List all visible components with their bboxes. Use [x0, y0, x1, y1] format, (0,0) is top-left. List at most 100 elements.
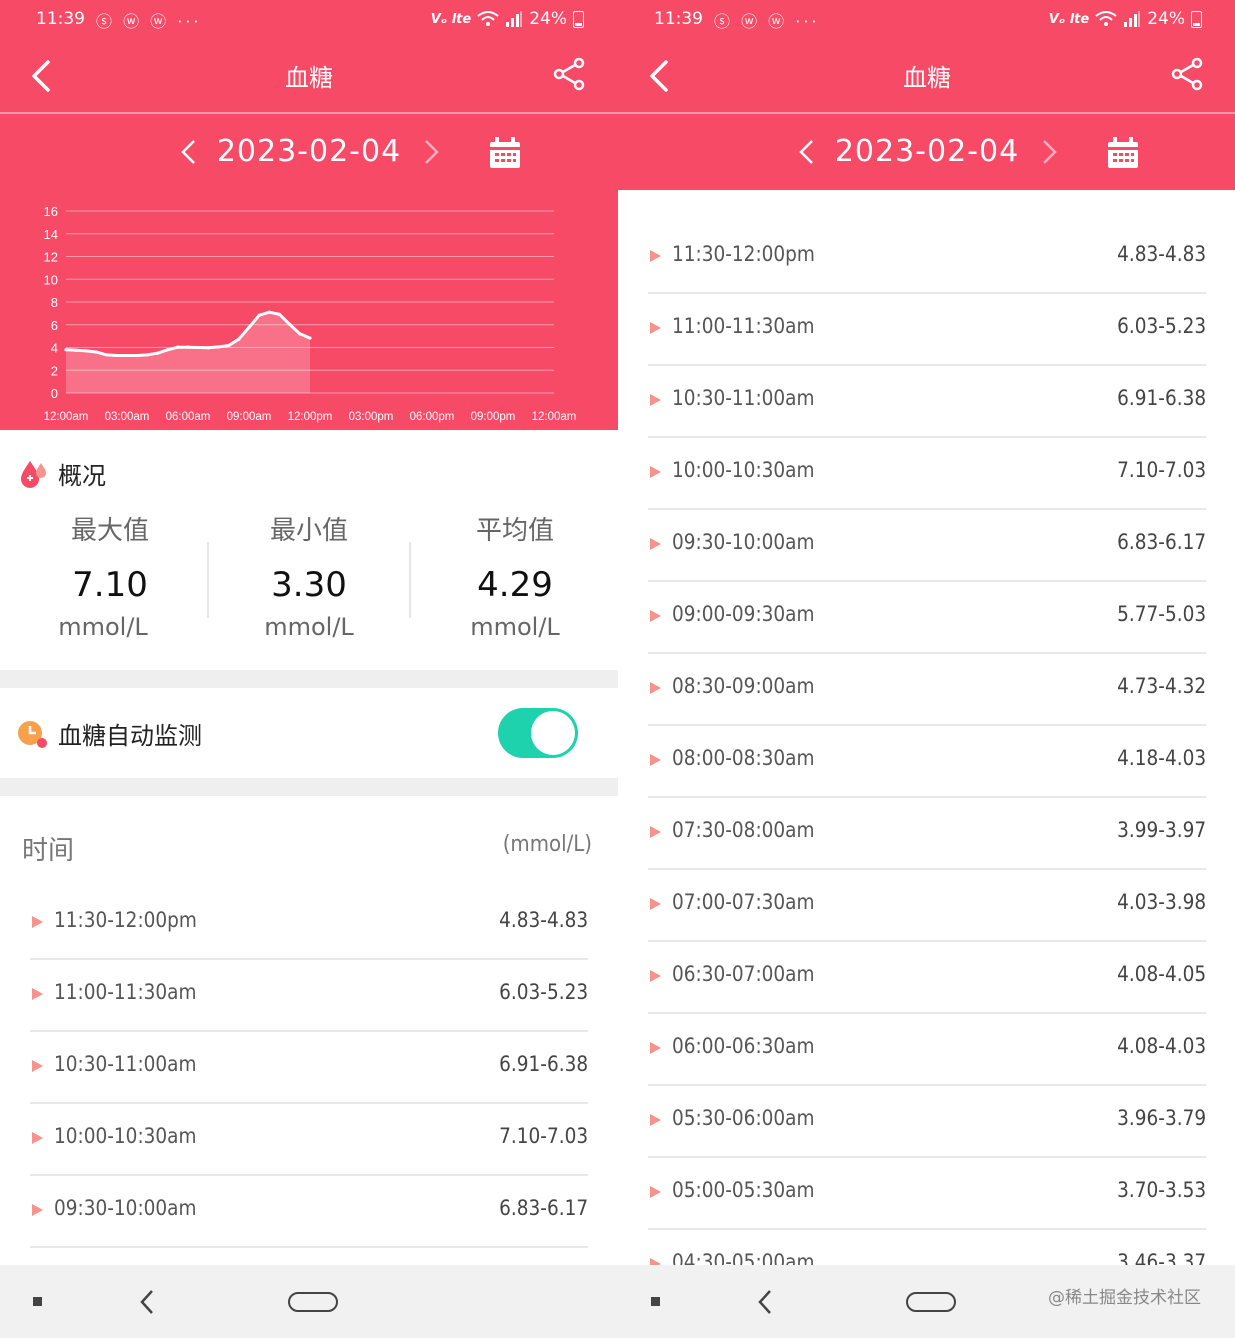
calendar-icon[interactable] — [1106, 136, 1140, 170]
signal-icon — [1124, 11, 1141, 27]
auto-monitor-row: 血糖自动监测 — [0, 688, 618, 778]
status-time: 11:39 — [36, 9, 85, 29]
next-date-icon[interactable] — [1038, 138, 1060, 166]
battery-text: 24% — [1147, 9, 1185, 29]
x-tick-label: 03:00am — [105, 411, 150, 423]
home-button[interactable] — [288, 1292, 338, 1312]
stat-avg-value: 4.29 — [477, 565, 553, 605]
recent-apps-button[interactable] — [33, 1297, 42, 1306]
list-item-value: 7.10-7.03 — [1117, 458, 1206, 482]
current-date[interactable]: 2023-02-04 — [0, 134, 618, 169]
list-item-time-range: 08:00-08:30am — [672, 746, 815, 770]
data-point — [186, 345, 190, 349]
list-item-time-range: 09:00-09:30am — [672, 602, 815, 626]
section-gap — [0, 670, 618, 688]
y-tick-label: 10 — [44, 272, 58, 287]
toggle-knob — [531, 711, 575, 755]
stat-divider — [409, 542, 411, 618]
system-back-button[interactable] — [756, 1289, 774, 1315]
stat-min-unit: mmol/L — [264, 613, 354, 641]
list-item[interactable]: 09:30-10:00am 6.83-6.17 — [648, 510, 1206, 582]
list-item[interactable]: 06:00-06:30am 4.08-4.03 — [648, 1014, 1206, 1086]
y-tick-label: 6 — [51, 318, 58, 333]
list-item[interactable]: 07:30-08:00am 3.99-3.97 — [648, 798, 1206, 870]
recent-apps-button[interactable] — [651, 1297, 660, 1306]
expand-arrow-icon — [650, 970, 661, 982]
list-item-value: 6.83-6.17 — [1117, 530, 1206, 554]
y-tick-label: 14 — [44, 227, 58, 242]
battery-icon — [573, 10, 584, 28]
list-item[interactable]: 10:30-11:00am 6.91-6.38 — [30, 1032, 588, 1104]
data-point — [64, 348, 68, 352]
x-tick-label: 06:00am — [166, 411, 211, 423]
data-point — [308, 336, 312, 340]
data-point — [298, 332, 302, 336]
list-item[interactable]: 11:00-11:30am 6.03-5.23 — [30, 960, 588, 1032]
share-icon[interactable] — [552, 57, 586, 91]
list-item-value: 4.73-4.32 — [1117, 674, 1206, 698]
expand-arrow-icon — [32, 916, 43, 928]
list-item[interactable]: 11:30-12:00pm 4.83-4.83 — [648, 222, 1206, 294]
expand-arrow-icon — [650, 466, 661, 478]
expand-arrow-icon — [32, 988, 43, 1000]
glucose-chart-svg: 0 2 4 6 8 10 12 14 16 12:00am 03:00am 06:00am 09:00a… — [44, 204, 577, 423]
system-back-button[interactable] — [138, 1289, 156, 1315]
stat-min-value: 3.30 — [271, 565, 347, 605]
share-icon[interactable] — [1170, 57, 1204, 91]
home-button[interactable] — [906, 1292, 956, 1312]
data-point — [237, 337, 241, 341]
expand-arrow-icon — [650, 682, 661, 694]
list-item[interactable]: 11:30-12:00pm 4.83-4.83 — [30, 888, 588, 960]
list-item[interactable]: 09:00-09:30am 5.77-5.03 — [648, 582, 1206, 654]
glucose-chart: 0 2 4 6 8 10 12 14 16 12:00am 03:00am 06:00am 09:00a… — [0, 190, 618, 430]
wifi-icon — [1095, 11, 1117, 26]
expand-arrow-icon — [650, 754, 661, 766]
x-tick-label: 12:00am — [532, 411, 577, 423]
wifi-icon — [477, 11, 499, 26]
clock-icon — [18, 721, 47, 748]
list-item[interactable]: 05:00-05:30am 3.70-3.53 — [648, 1158, 1206, 1230]
data-point — [216, 345, 221, 349]
list-item-time-range: 10:00-10:30am — [672, 458, 815, 482]
list-item-value: 3.99-3.97 — [1117, 818, 1206, 842]
date-selector: 2023-02-04 — [0, 114, 618, 190]
list-item-time-range: 11:30-12:00pm — [54, 908, 197, 932]
list-item-value: 6.91-6.38 — [1117, 386, 1206, 410]
list-item[interactable]: 09:30-10:00am 6.83-6.17 — [30, 1176, 588, 1248]
list-item-time-range: 10:30-11:00am — [672, 386, 815, 410]
list-item[interactable]: 10:30-11:00am 6.91-6.38 — [648, 366, 1206, 438]
expand-arrow-icon — [650, 322, 661, 334]
expand-arrow-icon — [650, 1258, 661, 1265]
expand-arrow-icon — [650, 1114, 661, 1126]
nav-bar: 血糖 — [0, 40, 618, 112]
x-tick-label: 12:00am — [44, 411, 89, 423]
list-item[interactable]: 05:30-06:00am 3.96-3.79 — [648, 1086, 1206, 1158]
next-date-icon[interactable] — [420, 138, 442, 166]
list-item[interactable]: 07:00-07:30am 4.03-3.98 — [648, 870, 1206, 942]
auto-monitor-toggle[interactable] — [498, 708, 578, 758]
list-item[interactable]: 11:00-11:30am 6.03-5.23 — [648, 294, 1206, 366]
stat-max-value: 7.10 — [72, 565, 148, 605]
list-item[interactable]: 10:00-10:30am 7.10-7.03 — [648, 438, 1206, 510]
list-item[interactable]: 10:00-10:30am 7.10-7.03 — [30, 1104, 588, 1176]
y-tick-label: 12 — [44, 250, 58, 265]
stat-max: 最大值 7.10 mmol/L — [10, 510, 210, 641]
overview-header: 概况 — [18, 456, 106, 491]
calendar-icon[interactable] — [488, 136, 522, 170]
list-item[interactable]: 04:30-05:00am 3.46-3.37 — [648, 1230, 1206, 1265]
list-item-value: 4.83-4.83 — [1117, 242, 1206, 266]
status-time: 11:39 — [654, 9, 703, 29]
data-point — [166, 348, 170, 352]
current-date[interactable]: 2023-02-04 — [618, 134, 1235, 169]
list-item[interactable]: 08:30-09:00am 4.73-4.32 — [648, 654, 1206, 726]
list-item[interactable]: 08:00-08:30am 4.18-4.03 — [648, 726, 1206, 798]
list-item-value: 4.18-4.03 — [1117, 746, 1206, 770]
expand-arrow-icon — [650, 538, 661, 550]
list-item[interactable]: 06:30-07:00am 4.08-4.05 — [648, 942, 1206, 1014]
list-item-time-range: 06:00-06:30am — [672, 1034, 815, 1058]
list-item-time-range: 10:30-11:00am — [54, 1052, 197, 1076]
list-item-time-range: 05:30-06:00am — [672, 1106, 815, 1130]
list-item-value: 4.83-4.83 — [499, 908, 588, 932]
list-header-unit: (mmol/L) — [502, 832, 592, 857]
x-tick-label: 09:00pm — [471, 411, 516, 423]
